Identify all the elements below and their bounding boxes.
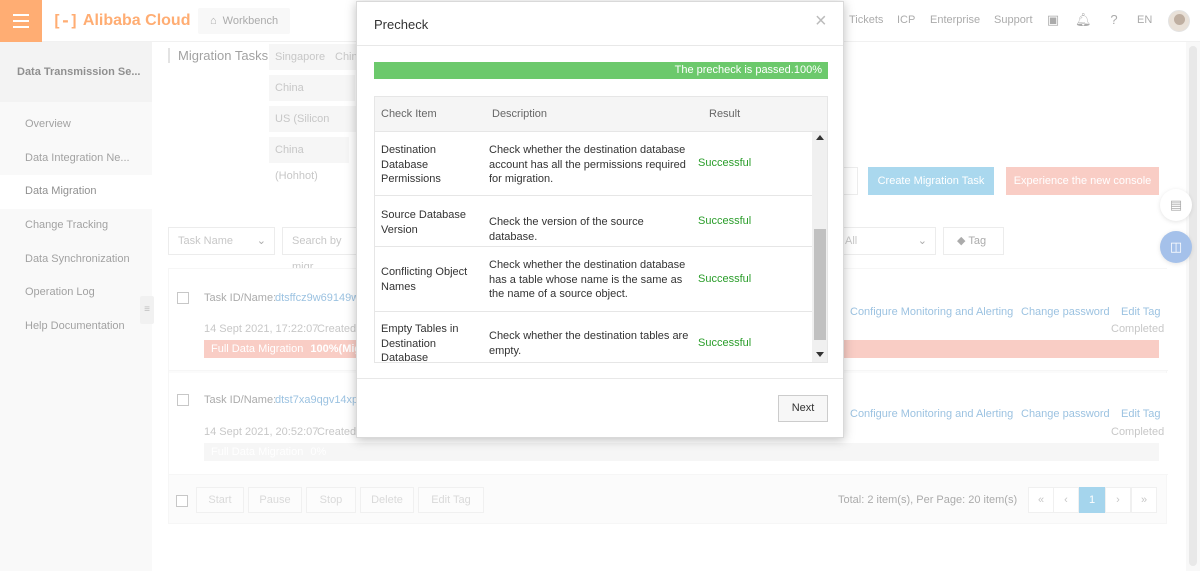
check-item-name: Conflicting Object Names <box>381 266 468 293</box>
close-icon[interactable]: × <box>815 11 827 31</box>
check-item-result: Successful <box>698 215 752 227</box>
check-item-result: Successful <box>698 273 752 285</box>
column-header-description: Description <box>492 108 548 120</box>
check-item-description: Check whether the destination tables are… <box>489 330 689 357</box>
table-scrollbar[interactable] <box>812 132 827 362</box>
scroll-up-icon[interactable] <box>816 135 824 140</box>
table-header <box>375 97 827 132</box>
table-row: Empty Tables in Destination Database Che… <box>375 313 812 363</box>
scroll-down-icon[interactable] <box>816 352 824 357</box>
table-scrollbar-thumb[interactable] <box>814 229 826 340</box>
column-header-result: Result <box>709 108 741 120</box>
check-item-result: Successful <box>698 157 752 169</box>
table-row: Source Database Version Check the versio… <box>375 197 812 247</box>
dialog-title: Precheck <box>374 17 429 32</box>
divider <box>357 378 843 379</box>
divider <box>357 45 843 46</box>
precheck-progress-bar: The precheck is passed.100% <box>374 62 828 79</box>
check-item-description: Check whether the destination database h… <box>489 259 686 300</box>
check-item-description: Check whether the destination database a… <box>489 144 686 185</box>
check-item-name: Destination Database Permissions <box>381 144 441 185</box>
precheck-table: Check Item Description Result Destinatio… <box>374 96 828 363</box>
column-header-check-item: Check Item <box>381 108 437 120</box>
check-item-name: Empty Tables in Destination Database <box>381 323 459 363</box>
next-button[interactable]: Next <box>778 395 828 422</box>
table-row: Destination Database Permissions Check w… <box>375 132 812 196</box>
check-item-result: Successful <box>698 337 752 349</box>
check-item-description: Check the version of the source database… <box>489 216 644 243</box>
precheck-dialog: Precheck × The precheck is passed.100% C… <box>356 1 844 438</box>
check-item-name: Source Database Version <box>381 209 466 236</box>
table-row: Conflicting Object Names Check whether t… <box>375 248 812 312</box>
